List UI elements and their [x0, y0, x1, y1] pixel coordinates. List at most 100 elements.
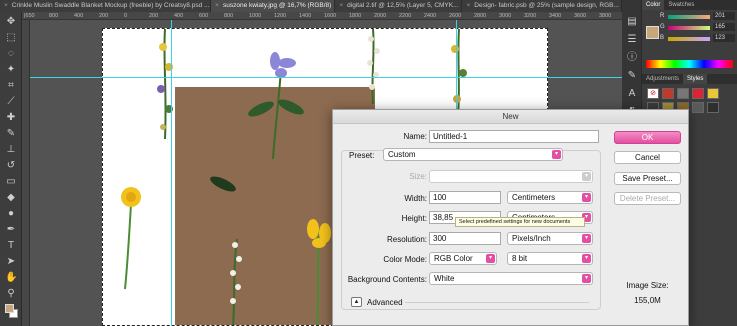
close-tab-icon[interactable]: × — [339, 2, 343, 9]
ruler-tick-label: 2600 — [449, 13, 462, 19]
green-slider[interactable]: G 165 — [660, 23, 737, 32]
blue-slider[interactable]: B 123 — [660, 34, 737, 43]
background-contents-label: Background Contents: — [347, 275, 427, 284]
history-panel-icon[interactable]: ▤ — [626, 16, 638, 28]
preset-select[interactable]: Custom ▾ — [383, 148, 563, 161]
ruler-tick-label: 200 — [99, 13, 109, 19]
color-mode-label: Color Mode: — [383, 255, 427, 264]
type-tool-icon[interactable]: T — [5, 240, 17, 252]
tab-adjustments[interactable]: Adjustments — [642, 74, 683, 84]
image-size-value: 155,0M — [634, 296, 661, 305]
eraser-tool-icon[interactable]: ▭ — [5, 176, 17, 188]
guide-line-vertical[interactable] — [171, 20, 172, 326]
path-selection-tool-icon[interactable]: ➤ — [5, 256, 17, 268]
foreground-color-swatch[interactable] — [5, 304, 14, 313]
ruler-tick-label: 2000 — [374, 13, 387, 19]
adjustments-panel-header: Adjustments Styles — [642, 74, 737, 84]
crop-tool-icon[interactable]: ⌗ — [5, 80, 17, 92]
healing-brush-tool-icon[interactable]: ✚ — [5, 112, 17, 124]
ruler-tick-label: 2400 — [424, 13, 437, 19]
history-brush-tool-icon[interactable]: ↺ — [5, 160, 17, 172]
new-document-dialog: New Name: Untitled-1 Preset: Custom ▾ Siz… — [332, 109, 689, 326]
pen-tool-icon[interactable]: ✒ — [5, 224, 17, 236]
chevron-down-icon: ▾ — [582, 193, 591, 202]
resolution-field[interactable]: 300 — [429, 232, 501, 245]
ruler-tick-label: 3800 — [599, 13, 612, 19]
preset-label: Preset: — [347, 151, 377, 160]
preset-tooltip: Select predefined settings for new docum… — [455, 217, 585, 227]
document-tab[interactable]: × Crinkle Muslin Swaddle Blanket Mockup (… — [0, 0, 212, 12]
color-panel: R 201 G 165 B 123 — [642, 12, 737, 56]
bit-depth-select[interactable]: 8 bit ▾ — [507, 252, 593, 265]
ruler-tick-label: 1400 — [299, 13, 312, 19]
character-panel-icon[interactable]: A — [626, 88, 638, 100]
tab-color[interactable]: Color — [642, 0, 665, 10]
document-tab[interactable]: × digital 2.tif @ 12,5% (Layer 5, CMYK... — [335, 0, 463, 12]
width-unit-select[interactable]: Centimeters ▾ — [507, 191, 593, 204]
tab-swatches[interactable]: Swatches — [664, 0, 698, 10]
resolution-unit-select[interactable]: Pixels/Inch ▾ — [507, 232, 593, 245]
ruler-tick-label: 1000 — [249, 13, 262, 19]
marquee-tool-icon[interactable]: ⬚ — [5, 32, 17, 44]
green-value-field[interactable]: 165 — [713, 23, 735, 31]
ruler-tick-label: 400 — [74, 13, 84, 19]
paint-bucket-tool-icon[interactable]: ◆ — [5, 192, 17, 204]
style-swatch[interactable] — [692, 88, 704, 99]
chevron-down-icon: ▾ — [486, 254, 495, 263]
blue-value-field[interactable]: 123 — [713, 34, 735, 42]
ruler-tick-label: 1200 — [274, 13, 287, 19]
width-label: Width: — [404, 194, 427, 203]
dodge-tool-icon[interactable]: ● — [5, 208, 17, 220]
color-mode-select[interactable]: RGB Color ▾ — [429, 252, 497, 265]
lasso-tool-icon[interactable]: ◌ — [5, 48, 17, 60]
brush-panel-icon[interactable]: ✎ — [626, 70, 638, 82]
style-swatch[interactable] — [707, 102, 719, 113]
style-swatch[interactable] — [662, 88, 674, 99]
color-spectrum-bar[interactable] — [646, 60, 733, 68]
info-panel-icon[interactable]: ⓘ — [626, 52, 638, 64]
stamp-tool-icon[interactable]: ⊥ — [5, 144, 17, 156]
guide-line-horizontal[interactable] — [30, 77, 622, 78]
blue-slider-track[interactable] — [668, 37, 710, 41]
eyedropper-tool-icon[interactable]: ⟋ — [5, 96, 17, 108]
close-tab-icon[interactable]: × — [466, 2, 470, 9]
ok-button[interactable]: OK — [614, 131, 681, 144]
document-tab[interactable]: × Design- fabric.psb @ 25% (sample design… — [462, 0, 622, 12]
tools-panel: ✥ ⬚ ◌ ✦ ⌗ ⟋ ✚ ✎ ⊥ ↺ ▭ ◆ ● ✒ T ➤ ✋ ⚲ — [0, 12, 22, 326]
style-swatch[interactable] — [707, 88, 719, 99]
magic-wand-tool-icon[interactable]: ✦ — [5, 64, 17, 76]
background-contents-select[interactable]: White ▾ — [429, 272, 593, 285]
close-tab-icon[interactable]: × — [4, 2, 8, 9]
ruler-tick-label: 800 — [49, 13, 59, 19]
ruler-tick-label: 2200 — [399, 13, 412, 19]
close-tab-icon[interactable]: × — [215, 2, 219, 9]
ruler-tick-label: 3600 — [574, 13, 587, 19]
name-field[interactable]: Untitled-1 — [429, 130, 599, 143]
hand-tool-icon[interactable]: ✋ — [5, 272, 17, 284]
tab-styles[interactable]: Styles — [683, 74, 708, 84]
size-label: Size: — [409, 172, 427, 181]
ruler-tick-label: 3000 — [499, 13, 512, 19]
advanced-toggle-button[interactable]: ▲ — [351, 297, 362, 307]
red-slider-track[interactable] — [668, 15, 710, 19]
cancel-button[interactable]: Cancel — [614, 151, 681, 164]
vertical-ruler[interactable] — [22, 20, 30, 326]
red-value-field[interactable]: 201 — [713, 12, 735, 20]
foreground-color-chip[interactable] — [646, 26, 659, 39]
width-field[interactable]: 100 — [429, 191, 501, 204]
style-swatch[interactable] — [692, 102, 704, 113]
advanced-label: Advanced — [367, 298, 403, 307]
save-preset-button[interactable]: Save Preset... — [614, 172, 681, 185]
style-swatch[interactable]: ⊘ — [647, 88, 659, 99]
brush-tool-icon[interactable]: ✎ — [5, 128, 17, 140]
document-tab-bar: × Crinkle Muslin Swaddle Blanket Mockup (… — [0, 0, 622, 12]
style-swatch[interactable] — [677, 88, 689, 99]
horizontal-ruler[interactable]: |650 800 400 200 0 200 400 600 800 1000 1200 1400 16… — [22, 12, 622, 20]
document-tab-active[interactable]: × suszone kwiaty.jpg @ 16,7% (RGB/8) — [211, 0, 336, 12]
ruler-tick-label: 3200 — [524, 13, 537, 19]
green-slider-track[interactable] — [668, 26, 710, 30]
red-slider[interactable]: R 201 — [660, 12, 737, 21]
move-tool-icon[interactable]: ✥ — [5, 16, 17, 28]
zoom-tool-icon[interactable]: ⚲ — [5, 288, 17, 300]
properties-panel-icon[interactable]: ☰ — [626, 34, 638, 46]
